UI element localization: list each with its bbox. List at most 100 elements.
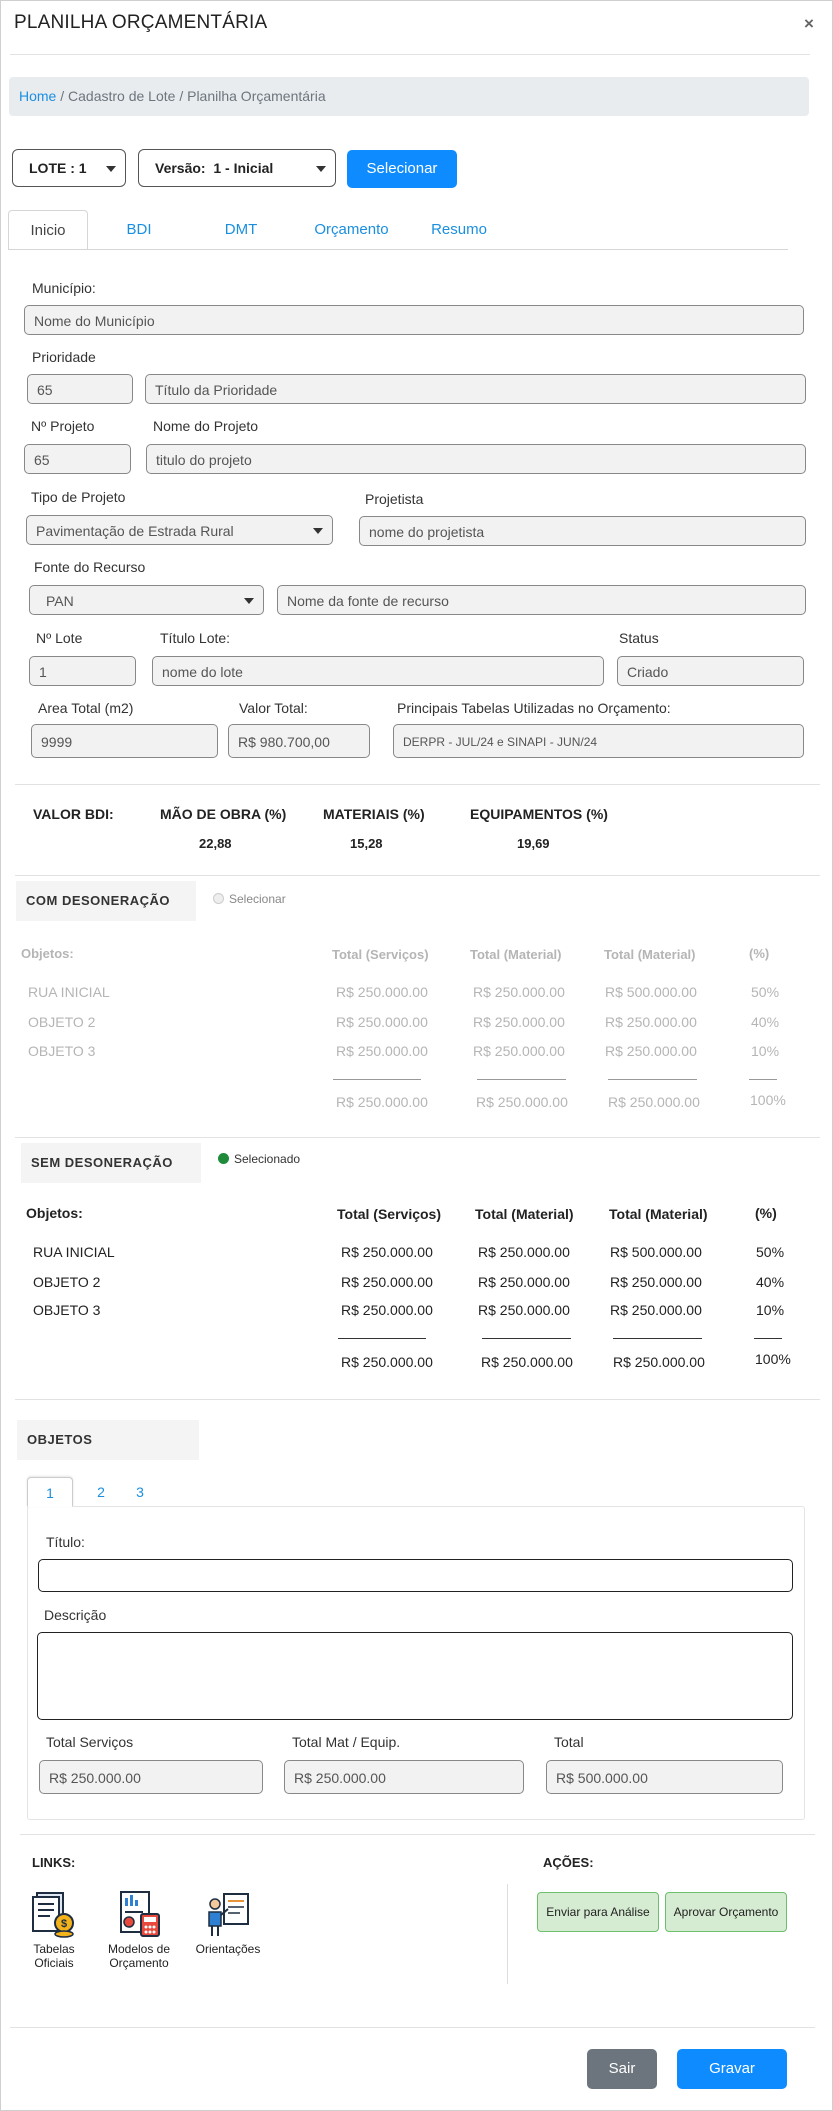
projetista-field[interactable]: nome do projetista <box>359 516 806 546</box>
sum-line <box>754 1338 782 1339</box>
divider <box>15 875 820 876</box>
objetos-title: OBJETOS <box>17 1420 199 1460</box>
sem-desoneracao-radio-label: Selecionado <box>234 1152 301 1166</box>
total-cell: R$ 250.000.00 <box>608 1094 700 1110</box>
titulo-lote-field[interactable]: nome do lote <box>152 656 604 686</box>
chevron-down-icon <box>106 166 116 172</box>
tab-inicio[interactable]: Inicio <box>8 210 88 250</box>
table-cell: R$ 500.000.00 <box>610 1244 702 1260</box>
objeto-titulo-input[interactable] <box>38 1559 793 1592</box>
total-servicos-field[interactable]: R$ 250.000.00 <box>39 1760 263 1794</box>
sair-button[interactable]: Sair <box>587 2049 657 2089</box>
prioridade-label: Prioridade <box>32 349 96 365</box>
table-cell: RUA INICIAL <box>33 1244 115 1260</box>
total-mat-field[interactable]: R$ 250.000.00 <box>284 1760 524 1794</box>
objeto-tab-1[interactable]: 1 <box>27 1477 73 1507</box>
table-cell: R$ 250.000.00 <box>610 1302 702 1318</box>
versao-select[interactable]: Versão: 1 - Inicial <box>138 149 336 187</box>
divider <box>15 784 820 785</box>
table-cell: OBJETO 3 <box>33 1302 101 1318</box>
table-cell: R$ 250.000.00 <box>336 1043 428 1059</box>
table-cell: 40% <box>756 1274 785 1290</box>
objeto-tab-2[interactable]: 2 <box>88 1477 114 1507</box>
link-orientacoes[interactable]: Orientações <box>192 1890 264 1956</box>
versao-value: 1 - Inicial <box>213 160 274 176</box>
com-desoneracao-radio[interactable]: Selecionar <box>213 892 286 906</box>
table-cell: R$ 250.000.00 <box>336 984 428 1000</box>
sum-line <box>477 1079 566 1080</box>
tab-bdi[interactable]: BDI <box>103 210 175 250</box>
fonte-nome-field[interactable]: Nome da fonte de recurso <box>277 585 806 615</box>
tipo-projeto-select[interactable]: Pavimentação de Estrada Rural <box>26 515 333 545</box>
table-cell: R$ 250.000.00 <box>341 1274 433 1290</box>
nprojeto-field[interactable]: 65 <box>24 444 131 474</box>
table-cell: R$ 250.000.00 <box>473 1043 565 1059</box>
footer-divider <box>10 2027 815 2028</box>
link-tabelas-label: Tabelas Oficiais <box>33 1942 75 1970</box>
table-cell: OBJETO 2 <box>28 1014 96 1030</box>
objeto-tab-3[interactable]: 3 <box>127 1477 153 1507</box>
table-cell: R$ 250.000.00 <box>610 1274 702 1290</box>
fonte-value: PAN <box>46 593 74 609</box>
selecionar-button[interactable]: Selecionar <box>347 150 457 188</box>
breadcrumb-path: / Cadastro de Lote / Planilha Orçamentár… <box>56 88 326 104</box>
tipo-projeto-value: Pavimentação de Estrada Rural <box>36 523 234 539</box>
table-cell: R$ 250.000.00 <box>473 1014 565 1030</box>
table-cell: OBJETO 3 <box>28 1043 96 1059</box>
divider <box>20 1834 815 1835</box>
gravar-button[interactable]: Gravar <box>677 2049 787 2089</box>
fonte-select[interactable]: PAN <box>29 585 264 615</box>
sem-desoneracao-title: SEM DESONERAÇÃO <box>21 1143 201 1183</box>
table-cell: R$ 250.000.00 <box>336 1014 428 1030</box>
table-cell: 50% <box>751 984 780 1000</box>
tabelas-field[interactable]: DERPR - JUL/24 e SINAPI - JUN/24 <box>393 724 804 758</box>
col-header: (%) <box>749 946 770 961</box>
total-label: Total <box>554 1734 584 1750</box>
prioridade-field[interactable]: 65 <box>27 374 133 404</box>
fonte-label: Fonte do Recurso <box>34 559 146 575</box>
bdi-mat-label: MATERIAIS (%) <box>323 806 425 822</box>
col-header: Total (Material) <box>475 1206 574 1222</box>
tab-resumo[interactable]: Resumo <box>419 210 499 250</box>
link-modelos-label: Modelos de Orçamento <box>107 1942 171 1970</box>
bdi-mat-value: 15,28 <box>350 836 383 851</box>
status-label: Status <box>619 630 659 646</box>
aprovar-orcamento-button[interactable]: Aprovar Orçamento <box>665 1892 787 1932</box>
svg-text:$: $ <box>61 1918 67 1930</box>
table-cell: R$ 250.000.00 <box>478 1244 570 1260</box>
link-tabelas-oficiais[interactable]: $ Tabelas Oficiais <box>24 1890 84 1970</box>
enviar-analise-button[interactable]: Enviar para Análise <box>537 1892 659 1932</box>
table-cell: RUA INICIAL <box>28 984 110 1000</box>
table-cell: 10% <box>756 1302 785 1318</box>
bdi-equip-label: EQUIPAMENTOS (%) <box>470 806 608 822</box>
nome-projeto-label: Nome do Projeto <box>153 418 259 434</box>
table-cell: R$ 250.000.00 <box>478 1274 570 1290</box>
breadcrumb-home-link[interactable]: Home <box>19 88 56 104</box>
breadcrumb: Home / Cadastro de Lote / Planilha Orçam… <box>9 77 809 116</box>
tab-orcamento[interactable]: Orçamento <box>304 210 399 250</box>
nome-projeto-field[interactable]: titulo do projeto <box>146 444 806 474</box>
lote-select[interactable]: LOTE : 1 <box>12 149 126 187</box>
table-cell: R$ 250.000.00 <box>478 1302 570 1318</box>
total-field[interactable]: R$ 500.000.00 <box>546 1760 783 1794</box>
area-field[interactable]: 9999 <box>31 724 218 758</box>
tab-dmt[interactable]: DMT <box>205 210 277 250</box>
objeto-descricao-textarea[interactable] <box>37 1632 793 1720</box>
chevron-down-icon <box>316 166 326 172</box>
sem-desoneracao-radio[interactable]: Selecionado <box>218 1152 300 1166</box>
tabelas-label: Principais Tabelas Utilizadas no Orçamen… <box>397 700 671 716</box>
total-cell: R$ 250.000.00 <box>336 1094 428 1110</box>
table-cell: R$ 500.000.00 <box>605 984 697 1000</box>
link-modelos-orcamento[interactable]: Modelos de Orçamento <box>103 1890 175 1970</box>
close-icon[interactable]: × <box>804 14 814 34</box>
chevron-down-icon <box>244 598 254 604</box>
valor-field[interactable]: R$ 980.700,00 <box>228 724 370 758</box>
col-header: Total (Material) <box>609 1206 708 1222</box>
municipio-field[interactable]: Nome do Município <box>24 305 804 335</box>
nlote-field[interactable]: 1 <box>29 656 136 686</box>
prioridade-titulo-field[interactable]: Título da Prioridade <box>145 374 806 404</box>
total-cell: R$ 250.000.00 <box>481 1354 573 1370</box>
status-field[interactable]: Criado <box>617 656 804 686</box>
tab-underline <box>8 249 788 250</box>
sum-line <box>613 1338 702 1339</box>
